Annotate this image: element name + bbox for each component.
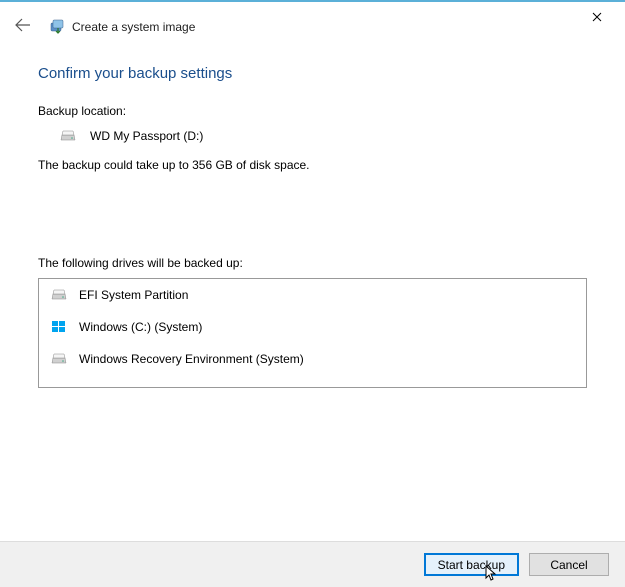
drive-name: EFI System Partition <box>79 288 188 302</box>
drive-name: Windows (C:) (System) <box>79 320 202 334</box>
close-icon <box>592 12 602 22</box>
drive-name: Windows Recovery Environment (System) <box>79 352 304 366</box>
backup-location-name: WD My Passport (D:) <box>90 129 203 143</box>
heading: Confirm your backup settings <box>38 65 587 82</box>
windows-icon <box>51 319 67 335</box>
footer: Start backup Cancel <box>0 541 625 587</box>
backup-location-label: Backup location: <box>38 104 587 118</box>
external-drive-icon <box>60 128 76 144</box>
app-icon <box>50 19 66 35</box>
backup-location-row: WD My Passport (D:) <box>38 128 587 144</box>
hdd-icon <box>51 351 67 367</box>
page-title: Create a system image <box>72 20 195 34</box>
drives-list: EFI System Partition Windows (C:) (Syste… <box>38 278 587 388</box>
disk-space-text: The backup could take up to 356 GB of di… <box>38 158 587 172</box>
drive-row: EFI System Partition <box>39 279 586 311</box>
close-button[interactable] <box>577 6 617 28</box>
title-group: Create a system image <box>50 19 195 35</box>
cancel-button[interactable]: Cancel <box>529 553 609 576</box>
drive-row: Windows Recovery Environment (System) <box>39 343 586 375</box>
back-arrow-icon <box>15 18 31 32</box>
hdd-icon <box>51 287 67 303</box>
start-backup-button[interactable]: Start backup <box>424 553 519 576</box>
drive-row: Windows (C:) (System) <box>39 311 586 343</box>
back-button[interactable] <box>14 18 32 37</box>
drives-label: The following drives will be backed up: <box>38 256 587 270</box>
